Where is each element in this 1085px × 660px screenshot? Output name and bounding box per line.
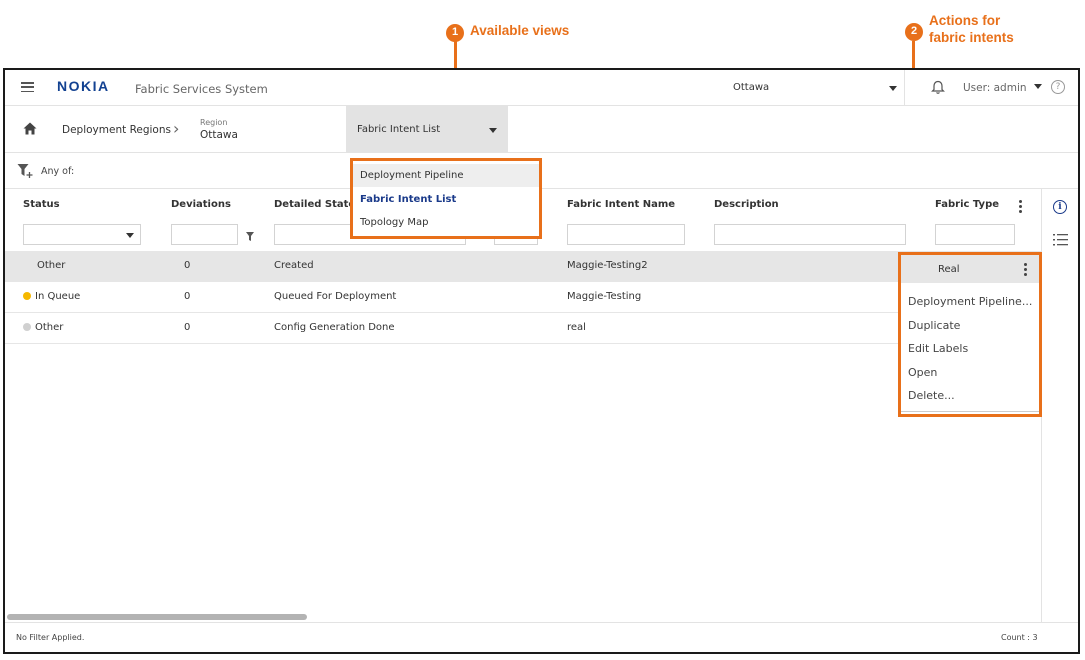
hamburger-menu-icon[interactable] xyxy=(21,82,34,92)
view-option-topology-map[interactable]: Topology Map xyxy=(353,211,539,234)
row-actions-menu: Real Deployment Pipeline... Duplicate Ed… xyxy=(898,252,1042,417)
breadcrumb: Deployment Regions › Region Ottawa Fabri… xyxy=(5,106,1078,153)
fabric-type-cell: Real xyxy=(938,264,960,275)
column-header-deviations[interactable]: Deviations xyxy=(171,199,231,210)
detailed-state-cell: Created xyxy=(274,260,314,271)
top-bar: NOKIA Fabric Services System Ottawa User… xyxy=(5,70,1078,106)
column-header-status[interactable]: Status xyxy=(23,199,60,210)
status-filter-select[interactable] xyxy=(23,224,141,245)
callout-1-number: 1 xyxy=(446,24,464,42)
deviations-filter-input[interactable] xyxy=(171,224,238,245)
breadcrumb-deployment-regions[interactable]: Deployment Regions xyxy=(62,124,171,136)
scrollbar-thumb[interactable] xyxy=(7,614,307,620)
svg-text:NOKIA: NOKIA xyxy=(57,79,110,93)
horizontal-scrollbar[interactable] xyxy=(5,612,1041,620)
row-actions-kebab-icon[interactable] xyxy=(1024,263,1027,276)
deviations-cell: 0 xyxy=(184,260,191,271)
breadcrumb-region-label: Region xyxy=(200,118,228,127)
name-filter-input[interactable] xyxy=(567,224,685,245)
callout-available-views: 1 Available views xyxy=(446,23,569,42)
callout-2-label-line2: fabric intents xyxy=(929,29,1014,45)
filter-icon[interactable] xyxy=(246,231,254,244)
view-select-value: Fabric Intent List xyxy=(357,124,441,135)
callout-2-number: 2 xyxy=(905,23,923,41)
action-open[interactable]: Open xyxy=(908,366,937,379)
fabric-intent-name-cell: Maggie-Testing xyxy=(567,291,642,302)
status-cell: Other xyxy=(23,322,63,333)
info-icon[interactable]: i xyxy=(1053,200,1067,214)
detailed-state-cell: Queued For Deployment xyxy=(274,291,397,302)
fabric-intent-name-cell: Maggie-Testing2 xyxy=(567,260,648,271)
user-label: User: admin xyxy=(963,82,1027,94)
chevron-right-icon: › xyxy=(173,119,180,138)
region-select-value: Ottawa xyxy=(733,82,770,93)
chevron-down-icon xyxy=(126,233,134,238)
description-filter-input[interactable] xyxy=(714,224,906,245)
user-menu[interactable]: User: admin xyxy=(963,82,1042,94)
status-footer: No Filter Applied. Count : 3 xyxy=(5,622,1078,652)
fabric-intent-name-cell: real xyxy=(567,322,586,333)
row-count: Count : 3 xyxy=(1001,633,1038,642)
table-row[interactable]: Other 0 Created Maggie-Testing2 xyxy=(5,251,1041,282)
home-icon[interactable] xyxy=(23,122,37,138)
help-icon[interactable]: ? xyxy=(1051,80,1065,94)
status-cell: In Queue xyxy=(23,291,80,302)
right-panel-rail: i xyxy=(1041,189,1078,622)
action-duplicate[interactable]: Duplicate xyxy=(908,319,960,332)
column-header-detailed-state[interactable]: Detailed State xyxy=(274,199,355,210)
view-option-deployment-pipeline[interactable]: Deployment Pipeline xyxy=(353,164,539,187)
filter-label: Any of: xyxy=(41,166,75,177)
action-edit-labels[interactable]: Edit Labels xyxy=(908,342,968,355)
chevron-down-icon xyxy=(889,86,897,91)
list-icon[interactable] xyxy=(1053,233,1068,249)
fabric-type-filter-input[interactable] xyxy=(935,224,1015,245)
nokia-logo: NOKIA xyxy=(57,78,115,96)
status-dot-icon xyxy=(23,292,31,300)
callout-2-label-line1: Actions for xyxy=(929,13,1001,28)
column-menu-icon[interactable] xyxy=(1019,200,1022,213)
column-header-description[interactable]: Description xyxy=(714,199,779,210)
status-cell: Other xyxy=(37,260,66,271)
detailed-state-cell: Config Generation Done xyxy=(274,322,395,333)
view-option-fabric-intent-list[interactable]: Fabric Intent List xyxy=(353,188,539,211)
action-delete[interactable]: Delete... xyxy=(908,389,955,402)
status-dot-icon xyxy=(23,323,31,331)
table-row[interactable]: Other 0 Config Generation Done real xyxy=(5,313,1041,344)
action-deployment-pipeline[interactable]: Deployment Pipeline... xyxy=(908,295,1032,308)
table-row[interactable]: In Queue 0 Queued For Deployment Maggie-… xyxy=(5,282,1041,313)
breadcrumb-region-value: Ottawa xyxy=(200,129,238,141)
app-title: Fabric Services System xyxy=(135,82,268,96)
add-filter-icon[interactable] xyxy=(17,163,33,181)
view-select[interactable]: Fabric Intent List xyxy=(346,106,508,153)
view-dropdown-menu: Deployment Pipeline Fabric Intent List T… xyxy=(350,158,542,239)
bell-icon[interactable] xyxy=(931,80,945,98)
filter-status: No Filter Applied. xyxy=(16,633,85,642)
row-actions-header: Real xyxy=(901,255,1039,283)
region-select[interactable]: Ottawa xyxy=(725,70,905,106)
app-window: NOKIA Fabric Services System Ottawa User… xyxy=(3,68,1080,654)
chevron-down-icon xyxy=(1033,84,1042,89)
callout-2-label: Actions for fabric intents xyxy=(929,13,1014,47)
column-header-fabric-type[interactable]: Fabric Type xyxy=(935,199,999,210)
deviations-cell: 0 xyxy=(184,322,191,333)
chevron-down-icon xyxy=(489,128,497,133)
column-header-fabric-intent-name[interactable]: Fabric Intent Name xyxy=(567,199,675,210)
menu-divider xyxy=(901,411,1039,412)
callout-actions: 2 Actions for fabric intents xyxy=(905,13,1014,47)
callout-1-label: Available views xyxy=(470,23,570,38)
deviations-cell: 0 xyxy=(184,291,191,302)
